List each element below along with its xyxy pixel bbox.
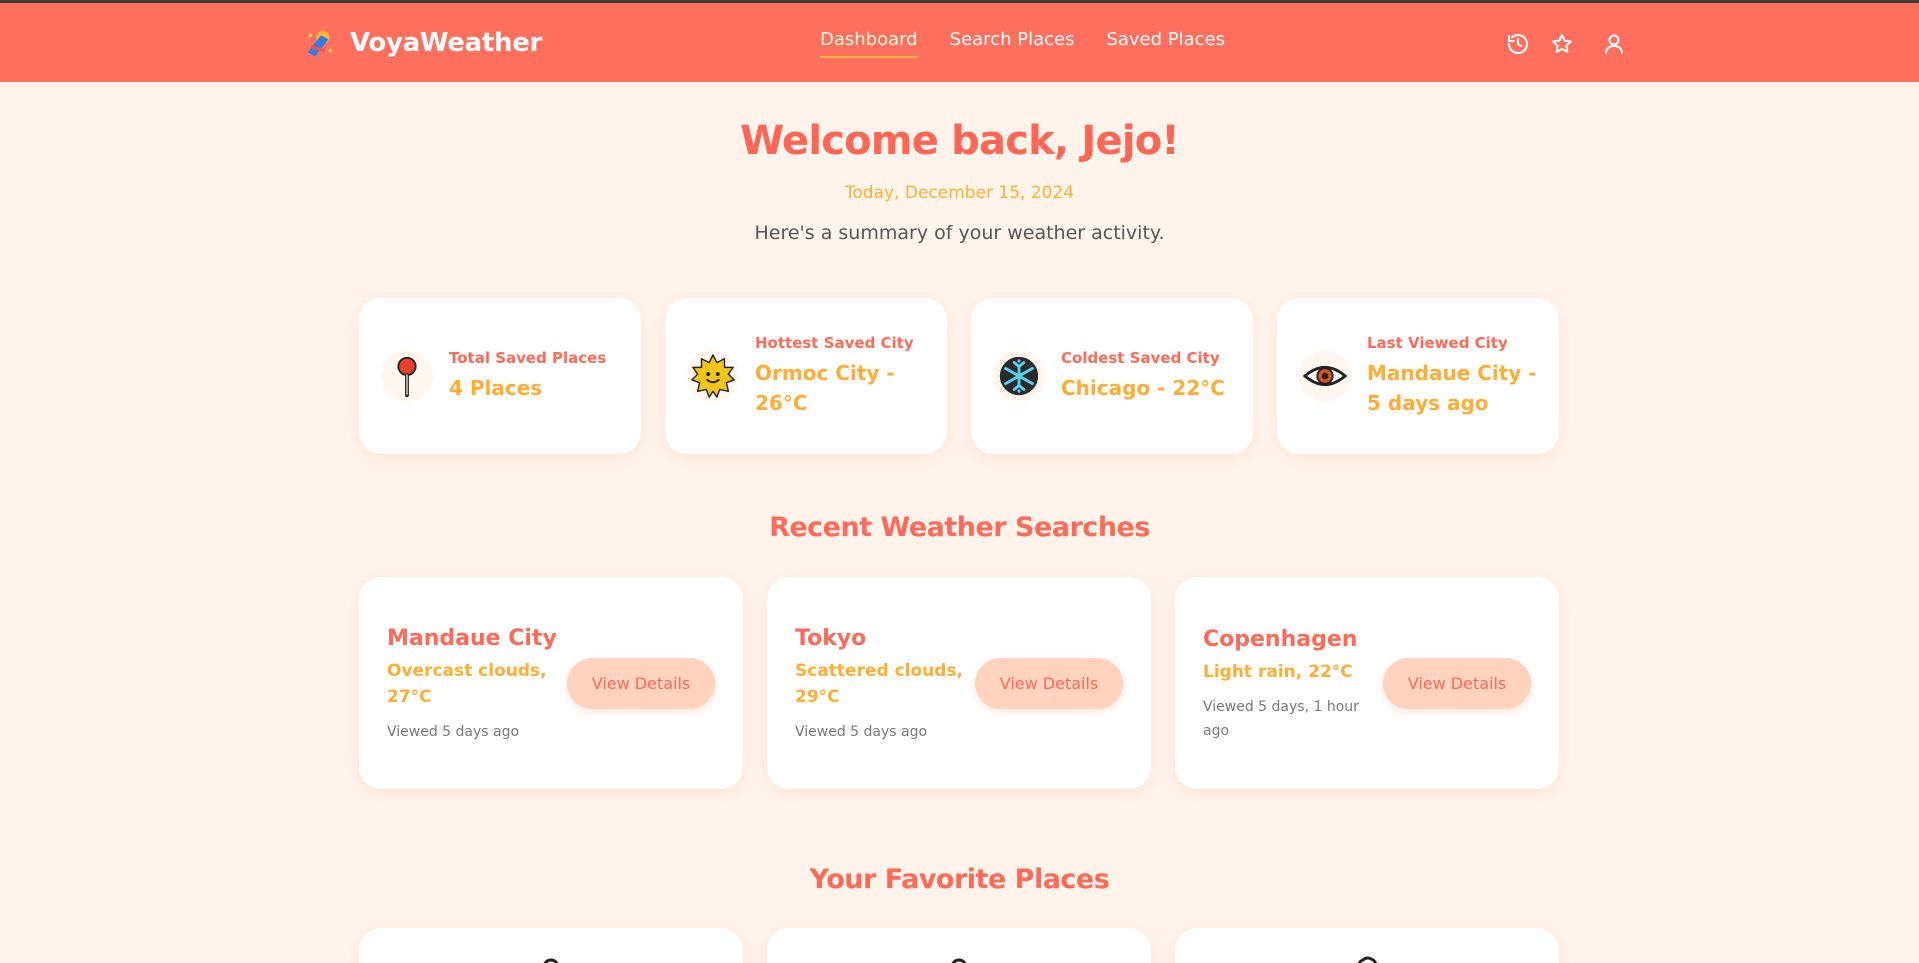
recent-searches-title: Recent Weather Searches — [769, 512, 1150, 543]
recent-weather: Scattered clouds, 29°C — [795, 661, 964, 707]
recent-card: Copenhagen Light rain, 22°C Viewed 5 day… — [1175, 577, 1559, 789]
history-icon[interactable] — [1505, 31, 1531, 57]
view-details-button[interactable]: View Details — [567, 657, 715, 709]
snowflake-icon — [993, 350, 1045, 402]
stat-value: Ormoc City - 26°C — [755, 361, 895, 415]
pushpin-icon — [381, 350, 433, 402]
brand[interactable]: VoyaWeather — [300, 23, 542, 63]
recent-searches-list: Mandaue City Overcast clouds, 27°C Viewe… — [359, 577, 1559, 789]
weather-icon — [951, 958, 967, 963]
favorite-card[interactable] — [359, 928, 743, 963]
navbar: VoyaWeather Dashboard Search Places Save… — [0, 0, 1919, 82]
nav-link-saved-places[interactable]: Saved Places — [1106, 29, 1225, 58]
stat-label: Total Saved Places — [449, 349, 607, 367]
user-icon[interactable] — [1601, 31, 1627, 57]
recent-city: Copenhagen — [1203, 627, 1358, 652]
recent-city: Mandaue City — [387, 626, 557, 651]
stat-card-coldest: Coldest Saved City Chicago - 22°C — [971, 298, 1253, 454]
summary-text: Here's a summary of your weather activit… — [754, 222, 1165, 244]
today-date: Today, December 15, 2024 — [844, 183, 1075, 203]
view-details-button[interactable]: View Details — [1383, 657, 1531, 709]
nav-links: Dashboard Search Places Saved Places — [820, 29, 1225, 58]
weather-logo-icon — [307, 30, 333, 57]
favorite-places-title: Your Favorite Places — [809, 864, 1110, 895]
recent-viewed: Viewed 5 days, 1 hour ago — [1203, 699, 1359, 739]
star-icon[interactable] — [1549, 31, 1575, 57]
nav-icons — [1505, 31, 1627, 57]
stat-value: Chicago - 22°C — [1061, 376, 1225, 400]
stat-card-hottest: Hottest Saved City Ormoc City - 26°C — [665, 298, 947, 454]
recent-viewed: Viewed 5 days ago — [387, 724, 520, 740]
stat-value: Mandaue City - 5 days ago — [1367, 361, 1537, 415]
brand-name: VoyaWeather — [350, 28, 543, 58]
stat-card-total-saved: Total Saved Places 4 Places — [359, 298, 641, 454]
sun-icon — [687, 350, 739, 402]
welcome-title: Welcome back, Jejo! — [740, 118, 1180, 164]
view-details-button[interactable]: View Details — [975, 657, 1123, 709]
recent-card: Mandaue City Overcast clouds, 27°C Viewe… — [359, 577, 743, 789]
eye-icon — [1299, 350, 1351, 402]
weather-icon — [1357, 956, 1378, 963]
nav-link-dashboard[interactable]: Dashboard — [820, 29, 918, 58]
stat-card-last-viewed: Last Viewed City Mandaue City - 5 days a… — [1277, 298, 1559, 454]
recent-city: Tokyo — [795, 626, 867, 651]
stat-label: Coldest Saved City — [1061, 349, 1220, 367]
stat-label: Last Viewed City — [1367, 334, 1508, 352]
weather-icon — [543, 958, 559, 963]
stat-value: 4 Places — [449, 376, 543, 400]
recent-weather: Overcast clouds, 27°C — [387, 661, 547, 707]
nav-link-search-places[interactable]: Search Places — [950, 29, 1075, 58]
favorite-places-list — [359, 928, 1559, 963]
favorite-card[interactable] — [767, 928, 1151, 963]
recent-card: Tokyo Scattered clouds, 29°C Viewed 5 da… — [767, 577, 1151, 789]
stats-row: Total Saved Places 4 Places Hottest Save… — [359, 298, 1559, 454]
recent-viewed: Viewed 5 days ago — [795, 724, 928, 740]
stat-label: Hottest Saved City — [755, 334, 914, 352]
recent-weather: Light rain, 22°C — [1203, 662, 1353, 682]
favorite-card[interactable] — [1175, 928, 1559, 963]
